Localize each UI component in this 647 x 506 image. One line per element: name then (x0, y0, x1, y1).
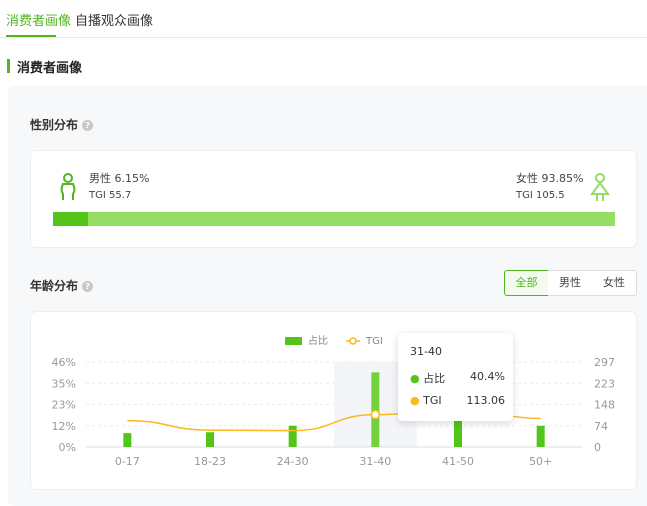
age-heading: 年龄分布? (30, 277, 94, 294)
bar-18-23 (206, 432, 214, 447)
tooltip-tgi-value: 113.06 (466, 394, 506, 407)
male-share: 男性 6.15% (89, 172, 150, 185)
help-icon[interactable]: ? (82, 120, 94, 131)
tooltip-share-row: ● 占比 40.4% (410, 370, 505, 386)
tooltip-tgi-label: TGI (423, 394, 442, 407)
y-left-tick: 35% (52, 377, 76, 390)
y-right-tick: 74 (594, 420, 608, 433)
tooltip-tgi-row: ● TGI 113.06 (410, 394, 505, 407)
legend-share-swatch (285, 337, 302, 345)
y-left-tick: 12% (52, 420, 76, 433)
section-marker (7, 59, 10, 73)
gender-ratio-bar (53, 212, 615, 226)
female-share: 女性 93.85% (516, 172, 584, 185)
legend-tgi-marker (349, 337, 357, 345)
male-tgi: TGI 55.7 (89, 190, 132, 201)
tab-live-audience-profile[interactable]: 自播观众画像 (75, 10, 153, 29)
y-right-tick: 223 (594, 377, 615, 390)
x-tick: 24-30 (277, 455, 309, 468)
male-ratio-fill (53, 212, 88, 226)
y-left-tick: 0% (59, 441, 76, 454)
age-chart: 占比 TGI 0% 0 12% 74 23% 148 35% 223 46% 297 0-17 18-… (52, 334, 615, 468)
share-dot-icon: ● (410, 372, 420, 385)
female-tgi: TGI 105.5 (516, 190, 565, 201)
chart-tooltip: 31-40 ● 占比 40.4% ● TGI 113.06 (398, 333, 513, 421)
tooltip-category: 31-40 (410, 345, 442, 358)
x-tick: 18-23 (194, 455, 226, 468)
gender-title: 性别分布 (30, 118, 79, 132)
y-right-tick: 148 (594, 399, 615, 412)
filter-female-button[interactable]: 女性 (592, 270, 637, 296)
bar-0-17 (123, 433, 132, 447)
x-tick: 50+ (529, 455, 552, 468)
tooltip-share-label: 占比 (423, 372, 446, 385)
y-left-tick: 23% (52, 399, 76, 412)
bar-50+ (536, 425, 545, 447)
tgi-dot-icon: ● (410, 394, 420, 407)
tgi-point-31-40 (370, 409, 381, 420)
filter-all-button[interactable]: 全部 (504, 270, 549, 296)
legend-share-label[interactable]: 占比 (308, 334, 328, 347)
gender-heading: 性别分布? (30, 116, 94, 133)
y-right-tick: 0 (594, 441, 601, 454)
section-title: 消费者画像 (17, 61, 83, 76)
y-left-tick: 46% (52, 356, 76, 369)
tooltip-share-value: 40.4% (470, 370, 505, 383)
legend-tgi-label[interactable]: TGI (365, 336, 383, 347)
y-right-tick: 297 (594, 356, 615, 369)
x-tick: 31-40 (359, 455, 391, 468)
help-icon[interactable]: ? (82, 281, 94, 292)
male-icon (60, 173, 76, 200)
tab-consumer-profile[interactable]: 消费者画像 (6, 10, 71, 29)
x-tick: 0-17 (115, 455, 140, 468)
tab-divider (0, 37, 647, 38)
filter-male-button[interactable]: 男性 (548, 270, 593, 296)
age-title: 年龄分布 (30, 279, 79, 293)
bar-24-30 (288, 425, 297, 447)
bar-31-40 (371, 372, 380, 447)
x-tick: 41-50 (442, 455, 474, 468)
female-icon (590, 173, 610, 201)
